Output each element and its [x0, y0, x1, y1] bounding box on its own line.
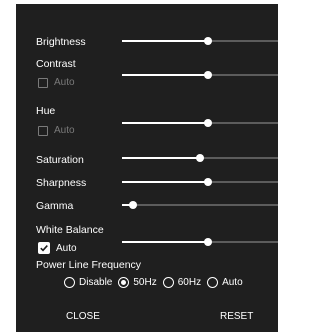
sharpness-slider[interactable]	[122, 176, 278, 188]
slider-track	[122, 204, 278, 206]
checkbox-checked-icon	[38, 242, 50, 254]
power-line-frequency-radio-group: Disable 50Hz 60Hz Auto	[64, 277, 249, 288]
white-balance-label: White Balance	[36, 224, 104, 236]
contrast-auto-label: Auto	[54, 77, 75, 88]
radio-label: Disable	[79, 277, 113, 288]
reset-button[interactable]: RESET	[220, 311, 253, 322]
checkmark-icon	[40, 245, 48, 252]
white-balance-slider[interactable]	[122, 236, 278, 248]
power-line-frequency-label: Power Line Frequency	[36, 259, 142, 271]
slider-thumb[interactable]	[203, 37, 212, 45]
radio-option-disable[interactable]: Disable	[64, 277, 112, 288]
radio-label: Auto	[222, 277, 243, 288]
brightness-slider[interactable]	[122, 35, 278, 47]
saturation-label: Saturation	[36, 154, 84, 166]
saturation-slider[interactable]	[122, 152, 278, 164]
slider-fill	[122, 157, 200, 159]
checkbox-box	[38, 77, 48, 88]
sharpness-label: Sharpness	[36, 177, 87, 189]
slider-thumb[interactable]	[203, 238, 212, 246]
checkbox-box	[38, 125, 48, 136]
slider-fill	[122, 40, 208, 42]
slider-thumb[interactable]	[128, 201, 137, 209]
slider-fill	[122, 74, 208, 76]
slider-fill	[122, 241, 208, 243]
hue-auto-label: Auto	[54, 125, 75, 136]
radio-button	[64, 277, 75, 288]
brightness-label: Brightness	[36, 36, 86, 48]
camera-settings-dialog: Brightness Contrast Auto Hue Auto Satura…	[16, 4, 278, 332]
radio-option-50hz[interactable]: 50Hz	[118, 277, 157, 288]
slider-thumb[interactable]	[196, 154, 204, 162]
slider-thumb[interactable]	[203, 119, 212, 127]
white-balance-auto-checkbox[interactable]: Auto	[38, 242, 77, 254]
slider-fill	[122, 181, 208, 183]
contrast-label: Contrast	[36, 58, 76, 70]
close-button[interactable]: CLOSE	[66, 311, 100, 322]
contrast-auto-checkbox[interactable]: Auto	[38, 77, 75, 88]
radio-button	[162, 277, 174, 288]
radio-option-auto[interactable]: Auto	[207, 277, 243, 288]
slider-thumb[interactable]	[203, 178, 212, 186]
hue-label: Hue	[36, 105, 56, 117]
hue-slider[interactable]	[122, 117, 278, 129]
radio-button	[118, 277, 130, 288]
gamma-label: Gamma	[36, 200, 74, 212]
contrast-slider[interactable]	[122, 69, 278, 81]
radio-label: 50Hz	[133, 277, 157, 288]
hue-auto-checkbox[interactable]: Auto	[38, 125, 75, 136]
gamma-slider[interactable]	[122, 199, 278, 211]
radio-button	[207, 277, 219, 288]
slider-fill	[122, 122, 208, 124]
radio-label: 60Hz	[177, 277, 202, 288]
radio-option-60hz[interactable]: 60Hz	[162, 277, 202, 288]
slider-thumb[interactable]	[203, 71, 212, 79]
white-balance-auto-label: Auto	[56, 242, 77, 254]
